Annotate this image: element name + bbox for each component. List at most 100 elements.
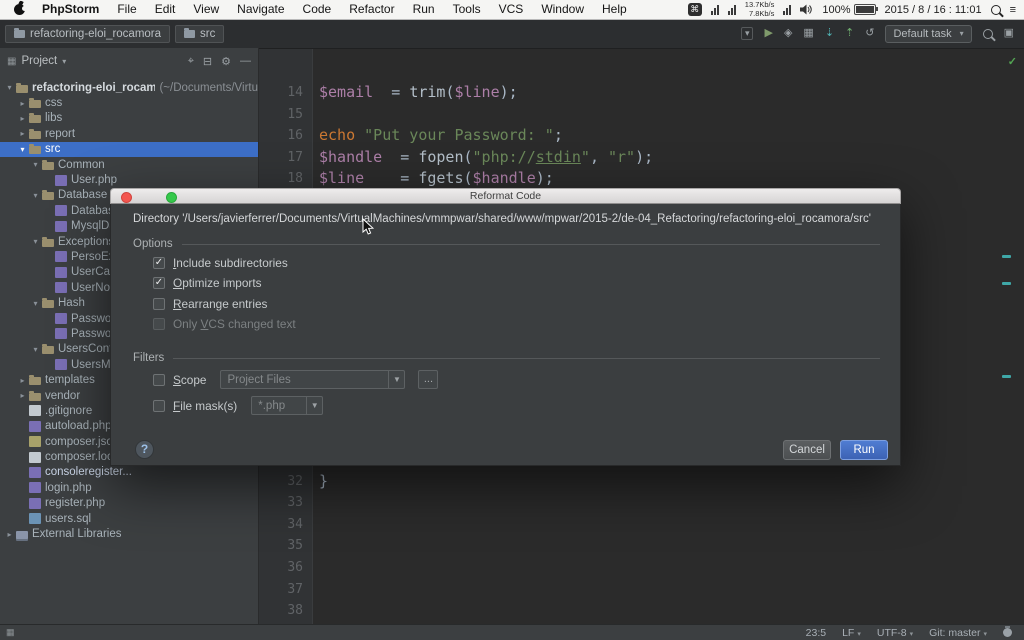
tree-item-register.php[interactable]: register.php [0, 496, 258, 511]
coverage-grid-icon[interactable]: ▦ [803, 28, 813, 39]
line-number[interactable]: 18 [258, 168, 312, 190]
file-mask-combobox[interactable]: *.php ▼ [251, 396, 323, 415]
line-number[interactable]: 32 [258, 471, 312, 493]
menu-item-code[interactable]: Code [294, 0, 341, 19]
tree-item-report[interactable]: ▸report [0, 126, 258, 141]
tree-item-login.php[interactable]: login.php [0, 480, 258, 495]
line-number[interactable]: 36 [258, 557, 312, 579]
nav-tab-src[interactable]: src [175, 25, 224, 43]
menubar-clock[interactable]: 2015 / 8 / 16 : 11:01 [885, 4, 982, 16]
search-everywhere-icon[interactable] [983, 29, 993, 39]
menu-item-file[interactable]: File [108, 0, 145, 19]
network-meter-icon[interactable] [783, 4, 791, 15]
line-number[interactable]: 38 [258, 600, 312, 622]
apple-menu-icon[interactable] [14, 4, 25, 15]
cancel-button[interactable]: Cancel [783, 440, 831, 460]
chevron-down-icon[interactable]: ▾ [62, 57, 66, 66]
spotlight-search-icon[interactable] [991, 5, 1001, 15]
line-number[interactable]: 37 [258, 579, 312, 601]
line-separator-selector[interactable]: LF [842, 627, 861, 639]
editor-stripe-mark[interactable] [1002, 255, 1011, 258]
restore-layout-icon[interactable]: ▣ [1004, 28, 1014, 39]
checkbox[interactable]: ✓ [153, 277, 165, 289]
tree-item-users.sql[interactable]: users.sql [0, 511, 258, 526]
menu-item-view[interactable]: View [184, 0, 228, 19]
nav-tab-refactoring-eloi_rocamora[interactable]: refactoring-eloi_rocamora [5, 25, 170, 43]
project-panel-title[interactable]: Project [21, 55, 57, 67]
rollback-icon[interactable]: ↺ [865, 28, 874, 39]
tree-expand-icon[interactable]: ▾ [30, 160, 41, 169]
chevron-down-icon[interactable]: ▼ [306, 397, 322, 414]
tree-item-css[interactable]: ▸css [0, 95, 258, 110]
run-icon[interactable]: ▶ [764, 28, 772, 39]
checkbox-row[interactable]: ✓Include subdirectories [153, 253, 296, 273]
battery-status[interactable]: 100% [822, 4, 875, 16]
tree-expand-icon[interactable]: ▸ [17, 376, 28, 385]
scope-checkbox[interactable] [153, 374, 165, 386]
toolwindow-toggle-icon[interactable]: ▦ [6, 627, 15, 638]
caret-position[interactable]: 23:5 [806, 627, 826, 639]
memory-meter-icon[interactable] [728, 4, 736, 15]
tree-expand-icon[interactable]: ▸ [4, 530, 15, 539]
editor-stripe-mark[interactable] [1002, 375, 1011, 378]
settings-gear-icon[interactable]: ⚙ [221, 55, 231, 68]
menu-item-edit[interactable]: Edit [146, 0, 185, 19]
hide-panel-icon[interactable]: — [240, 55, 251, 68]
tree-expand-icon[interactable]: ▾ [30, 191, 41, 200]
line-number[interactable]: 14 [258, 82, 312, 104]
tree-expand-icon[interactable]: ▸ [17, 129, 28, 138]
tree-item-src[interactable]: ▾src [0, 142, 258, 157]
line-number[interactable]: 17 [258, 147, 312, 169]
checkbox-row[interactable]: Rearrange entries [153, 294, 296, 314]
tree-item-consoleregister...[interactable]: consoleregister... [0, 465, 258, 480]
menu-item-refactor[interactable]: Refactor [340, 0, 403, 19]
checkbox-row[interactable]: ✓Optimize imports [153, 273, 296, 293]
menu-item-phpstorm[interactable]: PhpStorm [33, 0, 108, 19]
chevron-down-icon[interactable]: ▼ [388, 371, 404, 388]
tree-item-libs[interactable]: ▸libs [0, 111, 258, 126]
tree-item-Common[interactable]: ▾Common [0, 157, 258, 172]
tree-expand-icon[interactable]: ▾ [30, 237, 41, 246]
editor-stripe-mark[interactable] [1002, 282, 1011, 285]
vcs-commit-icon[interactable]: ⇡ [845, 28, 854, 39]
file-mask-checkbox[interactable] [153, 400, 165, 412]
menu-item-vcs[interactable]: VCS [490, 0, 533, 19]
presentation-dropdown-icon[interactable]: ▾ [741, 27, 754, 40]
menu-item-navigate[interactable]: Navigate [228, 0, 293, 19]
line-number[interactable]: 15 [258, 104, 312, 126]
tree-item-External Libraries[interactable]: ▸External Libraries [0, 526, 258, 541]
checkbox[interactable] [153, 318, 165, 330]
close-icon[interactable] [121, 192, 132, 203]
run-button[interactable]: Run [840, 440, 888, 460]
line-number[interactable]: 34 [258, 514, 312, 536]
scroll-from-source-icon[interactable]: ⌖ [188, 55, 194, 68]
task-selector[interactable]: Default task [885, 25, 971, 43]
line-number[interactable]: 33 [258, 492, 312, 514]
tree-expand-icon[interactable]: ▾ [30, 299, 41, 308]
checkbox[interactable] [153, 298, 165, 310]
tree-expand-icon[interactable]: ▾ [17, 145, 28, 154]
menu-item-tools[interactable]: Tools [444, 0, 490, 19]
tree-expand-icon[interactable]: ▸ [17, 114, 28, 123]
scope-combobox[interactable]: Project Files ▼ [220, 370, 405, 389]
tree-item-User.php[interactable]: User.php [0, 172, 258, 187]
input-source-icon[interactable]: ⌘ [688, 3, 702, 16]
notification-center-icon[interactable]: ≡ [1010, 4, 1016, 16]
cpu-meter-icon[interactable] [711, 4, 719, 15]
tree-item-refactoring-eloi_rocamora[interactable]: ▾refactoring-eloi_rocamora(~/Documents/V… [0, 80, 258, 95]
menu-item-help[interactable]: Help [593, 0, 636, 19]
dialog-titlebar[interactable]: Reformat Code [110, 188, 901, 204]
zoom-icon[interactable] [166, 192, 177, 203]
scope-browse-button[interactable]: ... [418, 370, 438, 389]
collapse-all-icon[interactable]: ⊟ [203, 55, 212, 68]
git-branch-selector[interactable]: Git: master [929, 627, 987, 639]
inspection-ok-icon[interactable]: ✓ [1008, 55, 1017, 68]
tree-expand-icon[interactable]: ▸ [17, 99, 28, 108]
tree-expand-icon[interactable]: ▸ [17, 391, 28, 400]
checkbox-row[interactable]: Only VCS changed text [153, 314, 296, 334]
line-number[interactable]: 16 [258, 125, 312, 147]
tree-expand-icon[interactable]: ▾ [4, 83, 15, 92]
debug-icon[interactable]: ◈ [784, 28, 792, 39]
menu-item-window[interactable]: Window [532, 0, 593, 19]
help-button[interactable]: ? [135, 440, 154, 459]
